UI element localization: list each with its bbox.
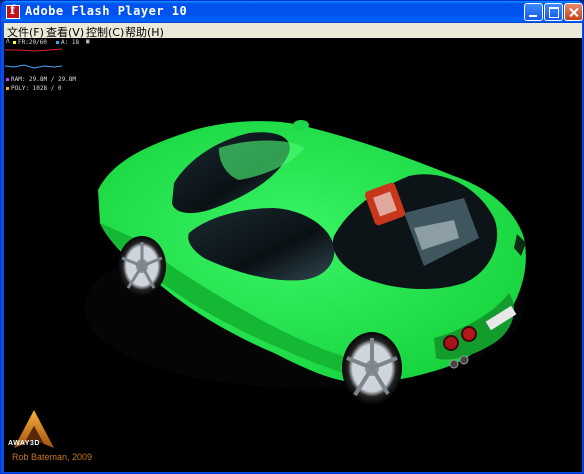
taillight-right [461, 326, 477, 342]
author-credit: Rob Bateman, 2009 [12, 452, 93, 462]
title-bar[interactable]: Adobe Flash Player 10 [1, 1, 583, 23]
flash-player-window: Adobe Flash Player 10 文件(F) 查看(V) 控制(C) … [0, 0, 584, 474]
maximize-button[interactable] [544, 3, 563, 21]
flash-stage[interactable]: Λ FR:20/60 A: 18 ▣ RAM: 29.8M / 29.8M PO… [4, 38, 582, 472]
exhaust-pipe [449, 359, 459, 369]
minimize-button[interactable] [524, 3, 543, 21]
away3d-logo-text: AWAY3D [8, 440, 40, 447]
front-wheel [118, 236, 166, 296]
menu-bar: 文件(F) 查看(V) 控制(C) 帮助(H) [4, 23, 582, 39]
flash-app-icon[interactable] [6, 3, 20, 19]
window-title: Adobe Flash Player 10 [25, 4, 188, 18]
taillight-left [443, 335, 459, 351]
ferrari-3d-model [84, 120, 526, 404]
side-mirror [293, 120, 309, 130]
rear-wheel [342, 332, 402, 404]
close-button[interactable] [564, 3, 583, 21]
